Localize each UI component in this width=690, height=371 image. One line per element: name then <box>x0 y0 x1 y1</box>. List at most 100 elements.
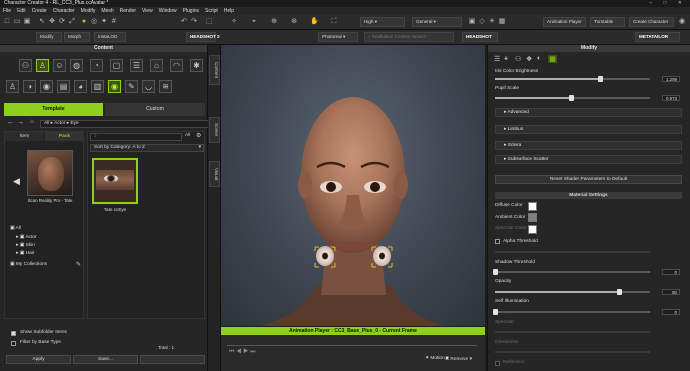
eye-icon[interactable]: ◉ <box>40 80 53 93</box>
section-sclera[interactable]: ▸ Sclera <box>495 141 682 150</box>
teeth-icon[interactable]: ▤ <box>57 80 70 93</box>
tree-skin[interactable]: ▸ ▣ Skin <box>16 243 35 248</box>
shadow-threshold-knob[interactable] <box>493 269 498 275</box>
eye-handle-left[interactable] <box>316 246 334 266</box>
tab-custom[interactable]: Custom <box>105 103 205 116</box>
self-illumination-knob[interactable] <box>493 309 498 315</box>
playback-controls-icon[interactable]: ⏮ ◀ ▶ ⏭ <box>229 349 256 356</box>
tree-hair[interactable]: ▸ ▣ Hair <box>16 251 34 256</box>
path-bar[interactable]: All ▸ Actor ▸ Eye <box>40 120 220 128</box>
show-subfolder-checkbox[interactable] <box>11 331 16 336</box>
actor-icon[interactable]: ⚇ <box>19 59 32 72</box>
fit-icon[interactable]: ⛶ <box>330 18 338 26</box>
menu-render[interactable]: Render <box>117 7 139 15</box>
alpha-threshold-checkbox[interactable] <box>495 239 500 244</box>
opacity-knob[interactable] <box>617 289 622 295</box>
quality-select[interactable]: High ▾ <box>360 17 405 27</box>
save-icon[interactable]: ▣ <box>23 18 31 26</box>
tongue-icon[interactable]: ◕ <box>74 80 87 93</box>
diffuse-color-swatch[interactable] <box>528 202 537 211</box>
section-limbus[interactable]: ▸ Limbus <box>495 125 682 134</box>
self-illumination-slider[interactable] <box>493 309 650 315</box>
grid-icon[interactable]: # <box>110 18 118 26</box>
brow-icon[interactable]: ◡ <box>142 80 155 93</box>
hair-icon[interactable]: ☰ <box>130 59 143 72</box>
light-toggle-icon[interactable]: ☀ <box>488 18 496 26</box>
attribute-icon[interactable]: ☰ <box>494 55 500 63</box>
render-mode-select[interactable]: Photoreal ▾ <box>318 32 358 42</box>
motion-icon[interactable]: ◔ <box>90 59 103 72</box>
sort-select[interactable]: Sort by Category: A to Z ▾ <box>90 144 204 152</box>
makeup-icon[interactable]: ✎ <box>125 80 138 93</box>
open-icon[interactable]: ▭ <box>13 18 21 26</box>
animation-player-button[interactable]: Animation Player <box>543 17 586 27</box>
menu-file[interactable]: File <box>0 7 14 15</box>
pose-icon[interactable]: ✧ <box>230 18 238 26</box>
eye-handle-right[interactable] <box>373 246 391 266</box>
shadow-threshold-slider[interactable] <box>493 269 650 275</box>
menu-view[interactable]: View <box>139 7 156 15</box>
self-illumination-value[interactable]: 0 <box>662 309 680 315</box>
shoe-icon[interactable]: ◠ <box>170 59 183 72</box>
apply-button[interactable]: Apply <box>6 355 71 364</box>
modify-button[interactable]: Modify <box>36 32 62 42</box>
settings-icon[interactable]: ⚙ <box>196 132 201 139</box>
pupil-scale-slider[interactable] <box>495 95 650 101</box>
prev-arrow-icon[interactable]: ◀ <box>13 176 20 187</box>
select-icon[interactable]: ↖ <box>38 18 46 26</box>
undo-icon[interactable]: ↶ <box>180 18 188 26</box>
headshot-button[interactable]: HEADSHOT <box>462 32 498 42</box>
character-icon[interactable]: ● <box>80 18 88 26</box>
specular-color-swatch[interactable] <box>528 225 537 234</box>
menu-help[interactable]: Help <box>221 7 237 15</box>
menu-plugins[interactable]: Plugins <box>180 7 202 15</box>
content-search-input[interactable]: ⌕ Reallusion Content Search <box>364 32 454 42</box>
shading-select[interactable]: General ▾ <box>412 17 462 27</box>
points-icon[interactable]: ◉ <box>678 18 686 26</box>
orbit-icon[interactable]: ⊛ <box>290 18 298 26</box>
camera-icon[interactable]: ◎ <box>90 18 98 26</box>
morph-tab-icon[interactable]: ⚇ <box>515 55 521 63</box>
window-controls[interactable]: – □ ✕ <box>649 0 687 7</box>
skin-icon[interactable]: ◑ <box>23 80 36 93</box>
pupil-scale-value[interactable]: 0.973 <box>662 95 680 101</box>
move-icon[interactable]: ✥ <box>48 18 56 26</box>
opacity-value[interactable]: 80 <box>662 289 680 295</box>
prop-icon[interactable]: ▢ <box>110 59 123 72</box>
item-search-input[interactable]: ⌕ <box>90 133 182 141</box>
opacity-slider[interactable] <box>495 289 650 295</box>
headshot2-button[interactable]: HEADSHOT 2 <box>186 32 220 42</box>
ambient-color-swatch[interactable] <box>528 213 537 222</box>
light-icon[interactable]: ✦ <box>100 18 108 26</box>
section-advanced[interactable]: ▸ Advanced <box>495 108 682 117</box>
frame-icon[interactable]: ⌖ <box>250 18 258 26</box>
cloth-icon[interactable]: ⌂ <box>150 59 163 72</box>
new-icon[interactable]: □ <box>3 18 11 26</box>
save-button[interactable]: Save... <box>73 355 138 364</box>
pack-thumbnail[interactable] <box>27 150 73 196</box>
menu-script[interactable]: Script <box>202 7 221 15</box>
crumb-eye[interactable]: Eye <box>70 121 78 126</box>
forward-icon[interactable]: → <box>17 119 24 126</box>
tree-actor[interactable]: ▸ ▣ Actor <box>16 235 37 240</box>
filter-all[interactable]: All <box>185 133 190 138</box>
timeline-track[interactable] <box>227 345 477 346</box>
iris-brightness-value[interactable]: 1.299 <box>662 76 680 82</box>
lash-icon[interactable]: ≋ <box>159 80 172 93</box>
physics-tab-icon[interactable]: ❖ <box>526 55 532 63</box>
tree-all[interactable]: ▣ All <box>10 226 21 231</box>
side-tab-visual[interactable]: Visual <box>209 161 220 187</box>
iris-brightness-knob[interactable] <box>598 76 604 82</box>
head-icon[interactable]: ☺ <box>53 59 66 72</box>
section-subsurface[interactable]: ▸ Subsurface Scatter <box>495 155 682 164</box>
metatailor-button[interactable]: METATAILOR <box>635 32 680 42</box>
material-tab-icon[interactable]: ◐ <box>537 55 541 62</box>
remove-menu[interactable]: ✖ Remove ▾ <box>445 357 472 362</box>
pupil-scale-knob[interactable] <box>568 95 574 101</box>
snapshot-icon[interactable]: ▣ <box>468 18 476 26</box>
nail-icon[interactable]: ▥ <box>91 80 104 93</box>
filter-base-checkbox[interactable] <box>11 341 16 346</box>
reset-shader-button[interactable]: Reset Shader Parameters to Default <box>495 175 682 184</box>
crumb-actor[interactable]: Actor <box>54 121 65 126</box>
back-icon[interactable]: ← <box>7 119 14 126</box>
